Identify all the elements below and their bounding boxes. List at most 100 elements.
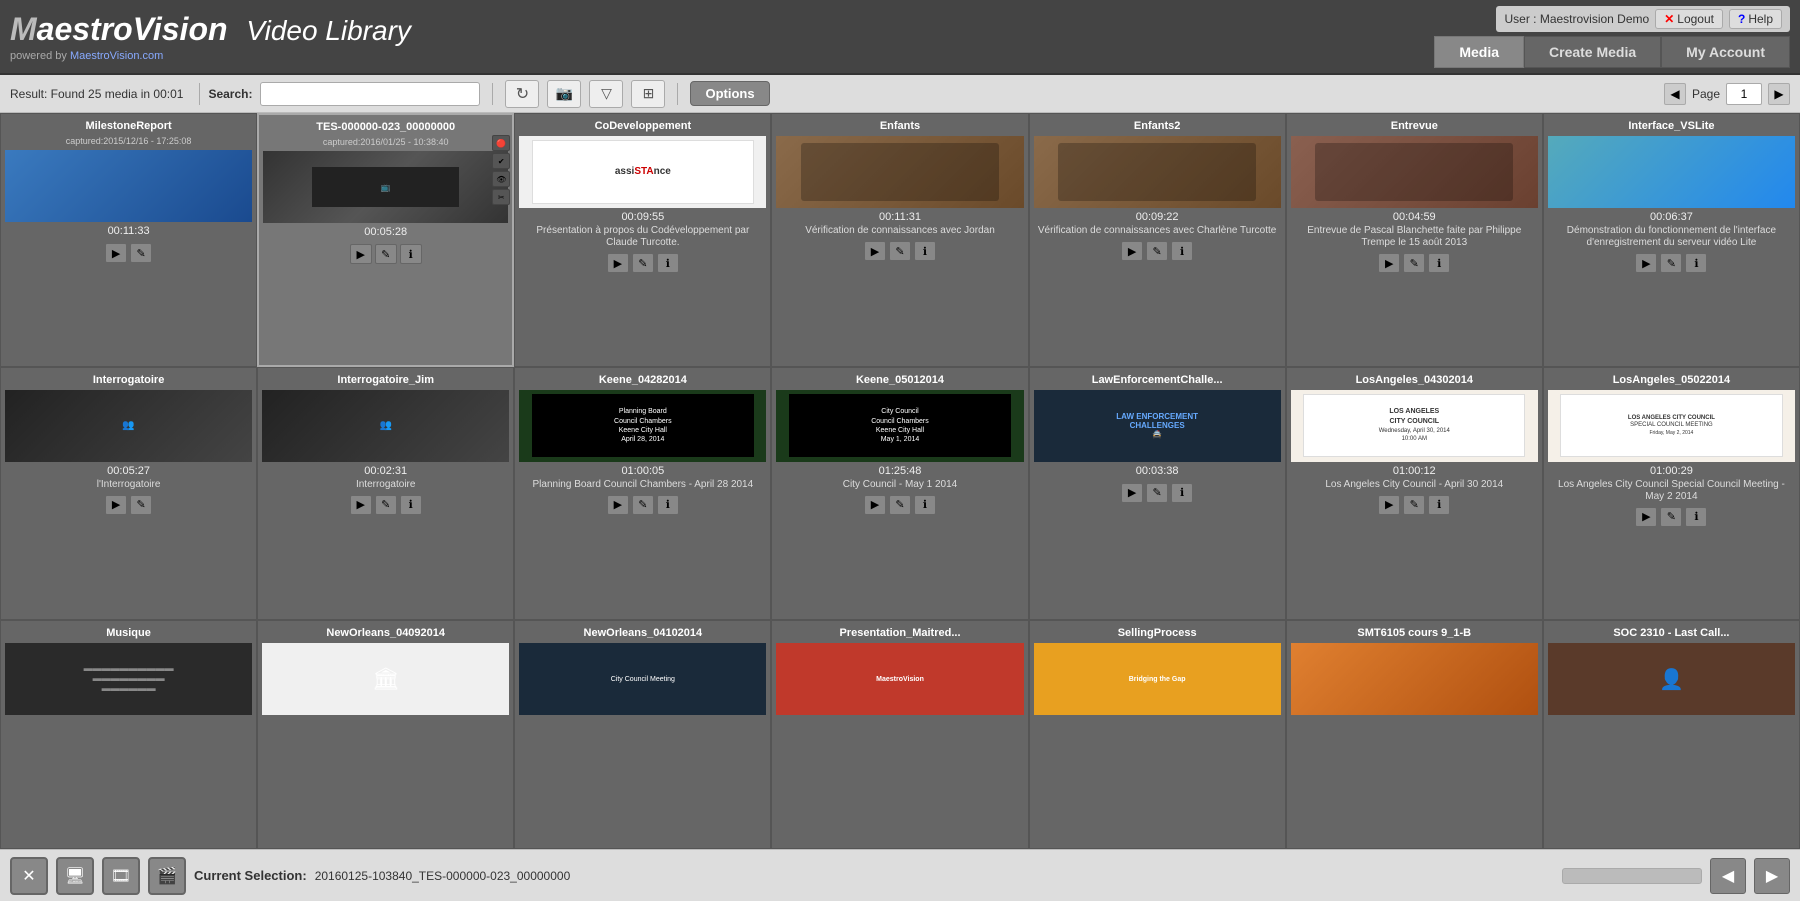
cell-play-2[interactable]: ▶ xyxy=(350,244,372,264)
cell-overlay-btn-c[interactable]: 👁 xyxy=(492,171,510,187)
media-cell-5[interactable]: Enfants2 00:09:22 Vérification de connai… xyxy=(1029,113,1286,367)
cell-info-3[interactable]: ℹ xyxy=(657,253,679,273)
page-input[interactable] xyxy=(1726,83,1762,105)
media-cell-3[interactable]: CoDeveloppement assiSTAnce 00:09:55 Prés… xyxy=(514,113,771,367)
media-cell-20[interactable]: SMT6105 cours 9_1-B xyxy=(1286,620,1543,849)
cell-info-13[interactable]: ℹ xyxy=(1428,495,1450,515)
media-cell-9[interactable]: Interrogatoire_Jim 👥 00:02:31 Interrogat… xyxy=(257,367,514,621)
cell-play-14[interactable]: ▶ xyxy=(1635,507,1657,527)
cell-play-8[interactable]: ▶ xyxy=(105,495,127,515)
cell-edit-13[interactable]: ✎ xyxy=(1403,495,1425,515)
cell-play-4[interactable]: ▶ xyxy=(864,241,886,261)
cell-edit-10[interactable]: ✎ xyxy=(632,495,654,515)
statusbar-prev-button[interactable]: ◀ xyxy=(1710,858,1746,894)
powered-link[interactable]: MaestroVision.com xyxy=(70,50,163,62)
cell-edit-4[interactable]: ✎ xyxy=(889,241,911,261)
refresh-button[interactable]: ↻ xyxy=(505,80,539,108)
filter-button[interactable]: ▽ xyxy=(589,80,623,108)
cell-edit-14[interactable]: ✎ xyxy=(1660,507,1682,527)
status-clip-button[interactable]: 🎬 xyxy=(148,857,186,895)
logo-area: MaestroVision Video Library powered by M… xyxy=(10,11,411,62)
media-cell-8[interactable]: Interrogatoire 👥 00:05:27 l'Interrogatoi… xyxy=(0,367,257,621)
cell-duration-9: 00:02:31 xyxy=(364,465,407,477)
cell-info-10[interactable]: ℹ xyxy=(657,495,679,515)
cell-edit-5[interactable]: ✎ xyxy=(1146,241,1168,261)
media-cell-11[interactable]: Keene_05012014 City CouncilCouncil Chamb… xyxy=(771,367,1028,621)
cell-play-5[interactable]: ▶ xyxy=(1121,241,1143,261)
status-stop-button[interactable]: ✕ xyxy=(10,857,48,895)
media-cell-10[interactable]: Keene_04282014 Planning BoardCouncil Cha… xyxy=(514,367,771,621)
cell-thumb-11: City CouncilCouncil ChambersKeene City H… xyxy=(776,390,1023,462)
cell-edit-9[interactable]: ✎ xyxy=(375,495,397,515)
cell-edit-6[interactable]: ✎ xyxy=(1403,253,1425,273)
cell-edit-12[interactable]: ✎ xyxy=(1146,483,1168,503)
cell-overlay-btn-b[interactable]: ✔ xyxy=(492,153,510,169)
cell-edit-2[interactable]: ✎ xyxy=(375,244,397,264)
cell-play-3[interactable]: ▶ xyxy=(607,253,629,273)
cell-info-6[interactable]: ℹ xyxy=(1428,253,1450,273)
nav-my-account[interactable]: My Account xyxy=(1661,36,1790,68)
media-cell-6[interactable]: Entrevue 00:04:59 Entrevue de Pascal Bla… xyxy=(1286,113,1543,367)
cell-duration-13: 01:00:12 xyxy=(1393,465,1436,477)
cell-edit-1[interactable]: ✎ xyxy=(130,243,152,263)
cell-overlay-btn-a[interactable]: 🔴 xyxy=(492,135,510,151)
cell-info-2[interactable]: ℹ xyxy=(400,244,422,264)
media-cell-13[interactable]: LosAngeles_04302014 LOS ANGELES CITY COU… xyxy=(1286,367,1543,621)
media-cell-4[interactable]: Enfants 00:11:31 Vérification de connais… xyxy=(771,113,1028,367)
cell-info-5[interactable]: ℹ xyxy=(1171,241,1193,261)
cell-info-4[interactable]: ℹ xyxy=(914,241,936,261)
cell-thumb-20 xyxy=(1291,643,1538,715)
media-cell-14[interactable]: LosAngeles_05022014 LOS ANGELES CITY COU… xyxy=(1543,367,1800,621)
options-button[interactable]: Options xyxy=(690,81,769,106)
app-logo: MaestroVision Video Library xyxy=(10,11,411,48)
cell-edit-11[interactable]: ✎ xyxy=(889,495,911,515)
search-label: Search: xyxy=(208,87,252,101)
help-button[interactable]: ? Help xyxy=(1729,9,1782,29)
media-cell-2[interactable]: TES-000000-023_00000000 captured:2016/01… xyxy=(257,113,514,367)
page-area: ◀ Page ▶ xyxy=(1664,83,1790,105)
cell-duration-8: 00:05:27 xyxy=(107,465,150,477)
media-cell-1[interactable]: MilestoneReport captured:2015/12/16 - 17… xyxy=(0,113,257,367)
cell-edit-3[interactable]: ✎ xyxy=(632,253,654,273)
cell-edit-8[interactable]: ✎ xyxy=(130,495,152,515)
app-header: MaestroVision Video Library powered by M… xyxy=(0,0,1800,75)
nav-create-media[interactable]: Create Media xyxy=(1524,36,1661,68)
media-cell-16[interactable]: NewOrleans_04092014 🏛 xyxy=(257,620,514,849)
media-cell-12[interactable]: LawEnforcementChalle... LAW ENFORCEMENTC… xyxy=(1029,367,1286,621)
cell-play-13[interactable]: ▶ xyxy=(1378,495,1400,515)
camera-button[interactable]: 📷 xyxy=(547,80,581,108)
cell-edit-7[interactable]: ✎ xyxy=(1660,253,1682,273)
media-cell-18[interactable]: Presentation_Maitred... MaestroVision xyxy=(771,620,1028,849)
media-cell-7[interactable]: Interface_VSLite 00:06:37 Démonstration … xyxy=(1543,113,1800,367)
cell-play-12[interactable]: ▶ xyxy=(1121,483,1143,503)
cell-play-9[interactable]: ▶ xyxy=(350,495,372,515)
cell-play-7[interactable]: ▶ xyxy=(1635,253,1657,273)
export-button[interactable]: ⊞ xyxy=(631,80,665,108)
page-next-button[interactable]: ▶ xyxy=(1768,83,1790,105)
cell-duration-12: 00:03:38 xyxy=(1136,465,1179,477)
media-cell-21[interactable]: SOC 2310 - Last Call... 👤 xyxy=(1543,620,1800,849)
cell-title-20: SMT6105 cours 9_1-B xyxy=(1291,627,1538,639)
cell-info-12[interactable]: ℹ xyxy=(1171,483,1193,503)
cell-info-11[interactable]: ℹ xyxy=(914,495,936,515)
logout-button[interactable]: ✕ Logout xyxy=(1655,9,1723,29)
status-media-button[interactable]: 🎞 xyxy=(102,857,140,895)
media-cell-17[interactable]: NewOrleans_04102014 City Council Meeting xyxy=(514,620,771,849)
media-cell-15[interactable]: Musique ▬▬▬▬▬▬▬▬▬▬▬▬▬▬▬▬▬▬▬▬▬▬▬▬ xyxy=(0,620,257,849)
cell-play-1[interactable]: ▶ xyxy=(105,243,127,263)
page-prev-button[interactable]: ◀ xyxy=(1664,83,1686,105)
main-nav: Media Create Media My Account xyxy=(1434,36,1790,68)
status-monitor-button[interactable]: 🖥 xyxy=(56,857,94,895)
cell-overlay-btn-d[interactable]: ✂ xyxy=(492,189,510,205)
cell-play-10[interactable]: ▶ xyxy=(607,495,629,515)
media-cell-19[interactable]: SellingProcess Bridging the Gap xyxy=(1029,620,1286,849)
cell-info-14[interactable]: ℹ xyxy=(1685,507,1707,527)
nav-media[interactable]: Media xyxy=(1434,36,1524,68)
cell-thumb-14: LOS ANGELES CITY COUNCIL SPECIAL COUNCIL… xyxy=(1548,390,1795,462)
search-input[interactable] xyxy=(260,82,480,106)
statusbar-next-button[interactable]: ▶ xyxy=(1754,858,1790,894)
cell-info-9[interactable]: ℹ xyxy=(400,495,422,515)
cell-info-7[interactable]: ℹ xyxy=(1685,253,1707,273)
cell-play-11[interactable]: ▶ xyxy=(864,495,886,515)
cell-play-6[interactable]: ▶ xyxy=(1378,253,1400,273)
